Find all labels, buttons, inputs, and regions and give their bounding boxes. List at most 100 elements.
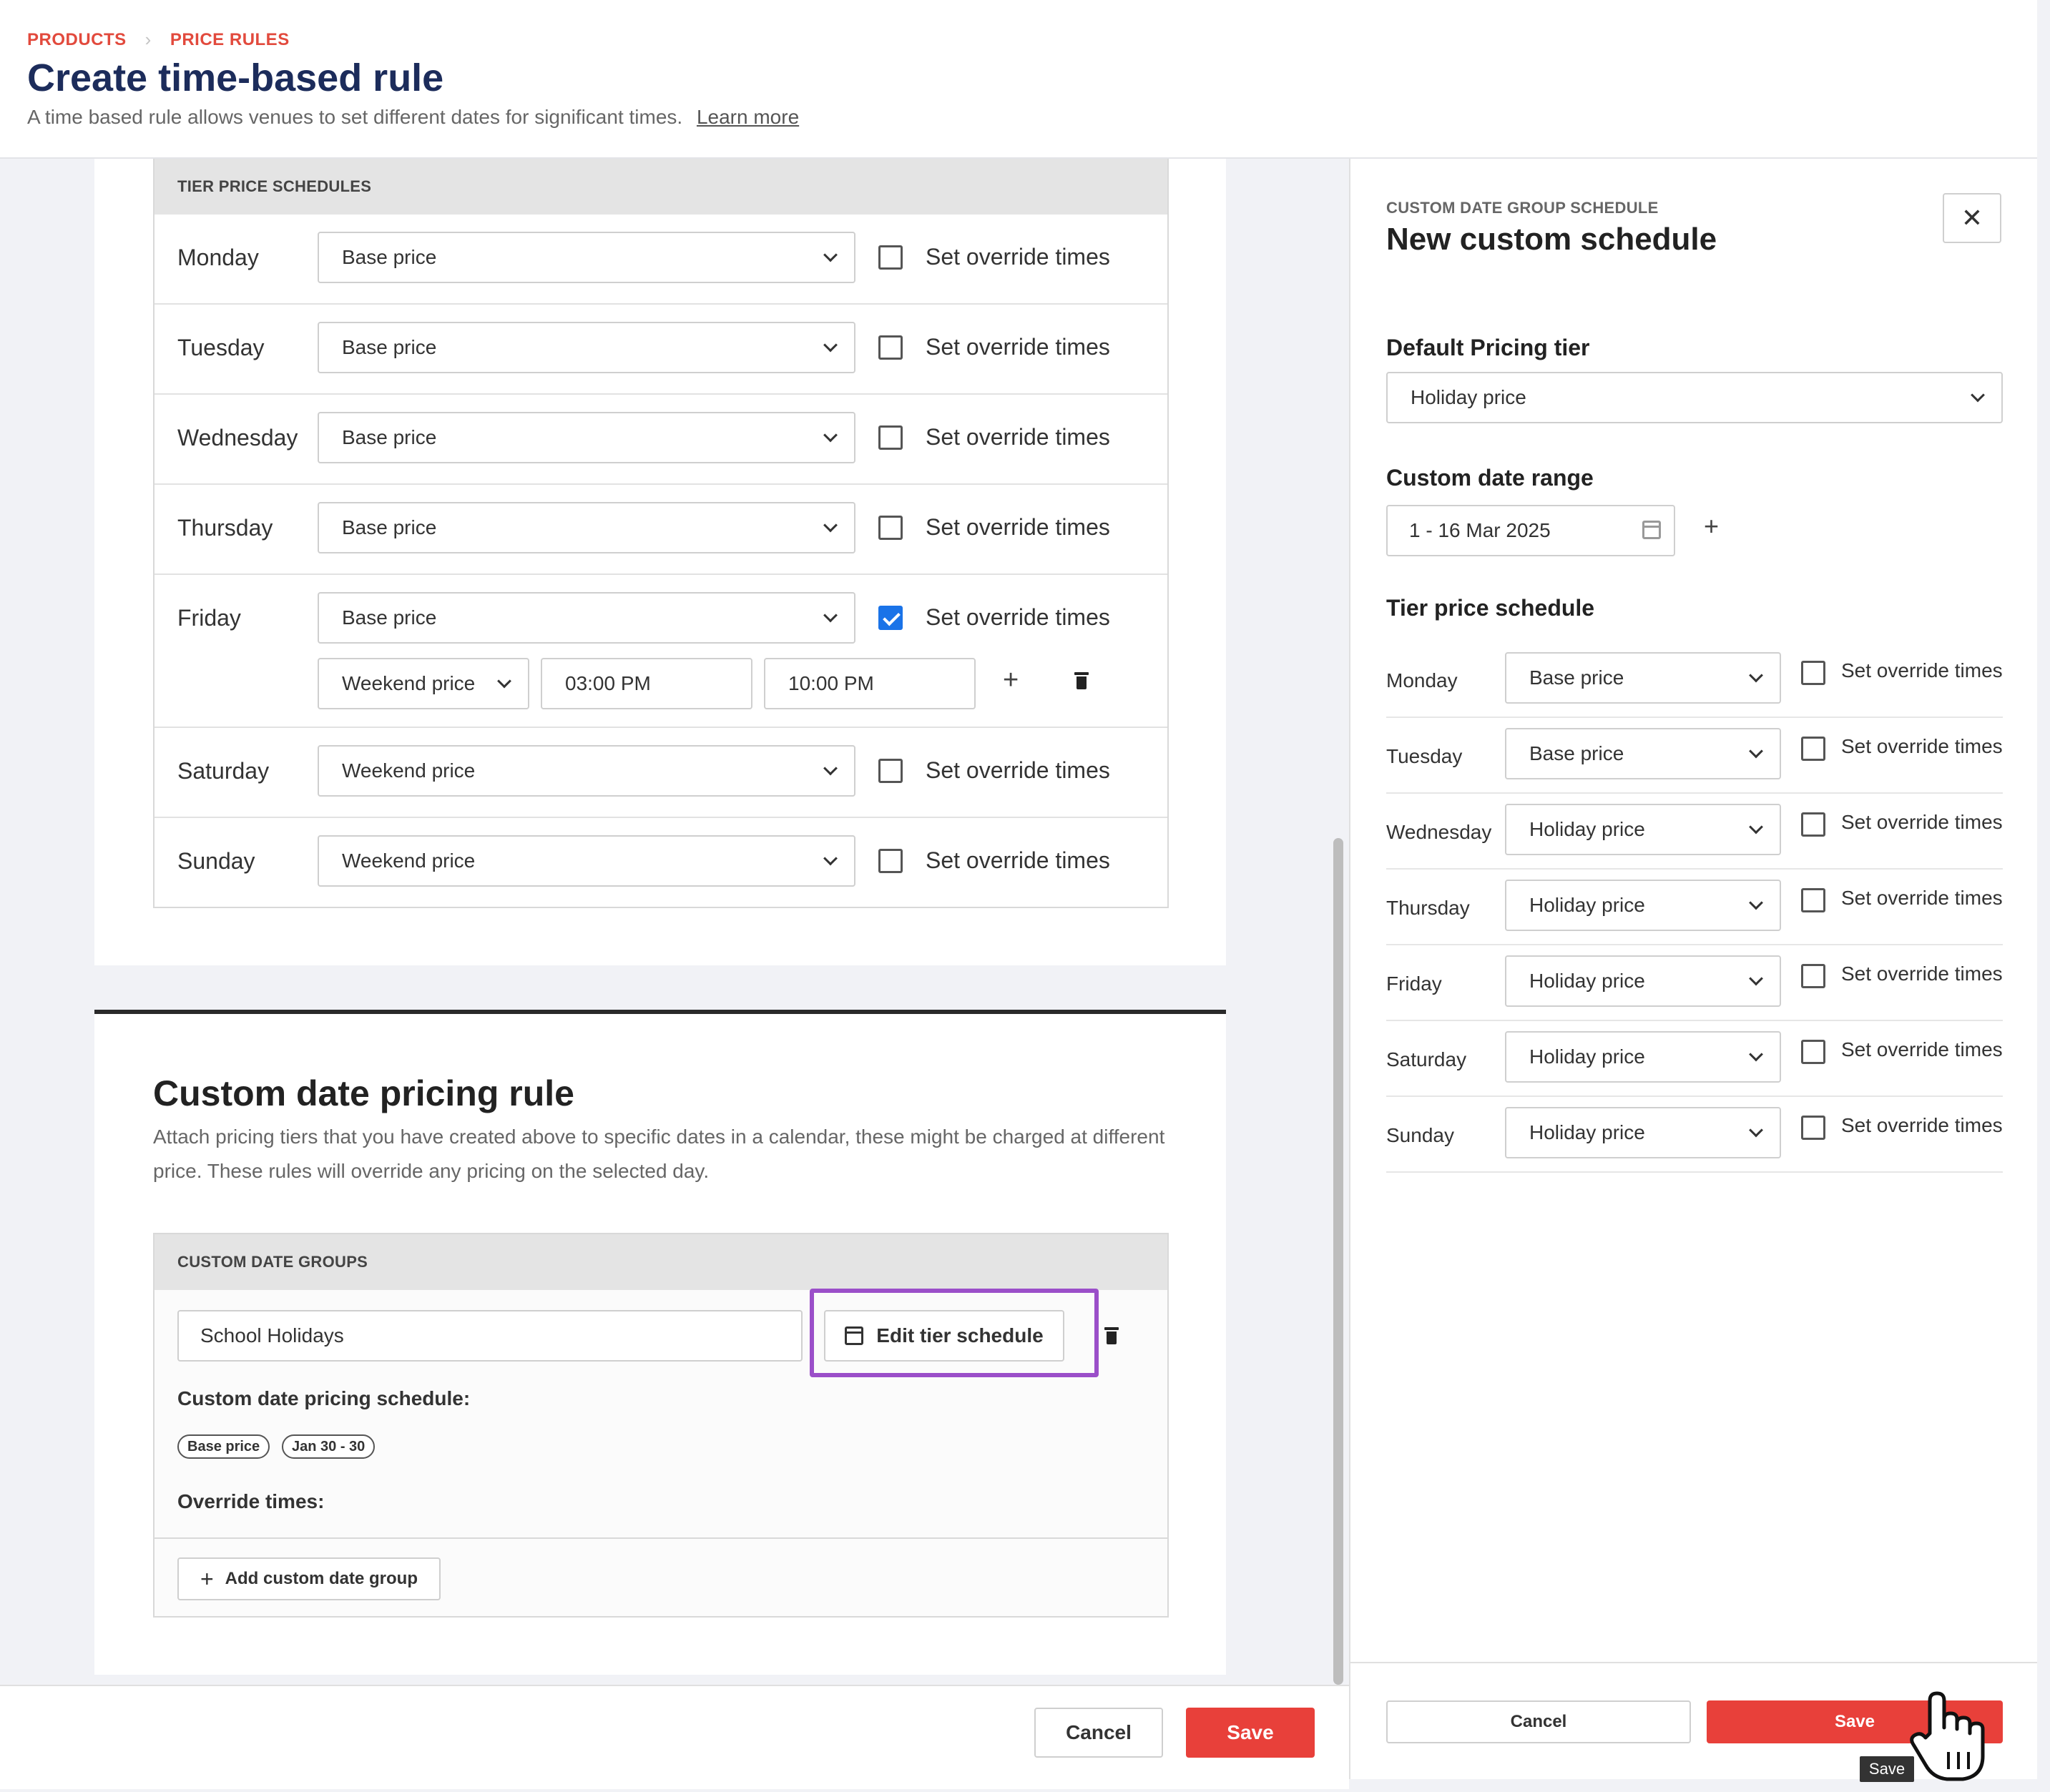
chevron-down-icon (1971, 388, 1985, 403)
cancel-button[interactable]: Cancel (1034, 1708, 1163, 1758)
day-name: Tuesday (1386, 745, 1463, 767)
tier-price-schedules: TIER PRICE SCHEDULES Monday Base price S… (153, 159, 1169, 908)
custom-schedule-drawer: CUSTOM DATE GROUP SCHEDULE New custom sc… (1349, 159, 2037, 1779)
tier-select-monday[interactable]: Base price (1505, 652, 1781, 704)
chevron-down-icon (823, 608, 838, 623)
chevron-down-icon (1749, 668, 1763, 683)
drawer-cancel-button[interactable]: Cancel (1386, 1700, 1691, 1743)
select-value: Holiday price (1529, 970, 1645, 992)
override-checkbox-saturday[interactable] (878, 759, 903, 783)
tier-select-thursday[interactable]: Holiday price (1505, 880, 1781, 931)
scrollbar-thumb[interactable] (1333, 838, 1343, 1685)
page-description: A time based rule allows venues to set d… (27, 106, 799, 129)
close-button[interactable]: ✕ (1943, 193, 2001, 243)
breadcrumb-products[interactable]: PRODUCTS (27, 30, 127, 50)
custom-date-description: Attach pricing tiers that you have creat… (153, 1126, 1165, 1182)
tier-select-thursday[interactable]: Base price (318, 502, 855, 553)
drawer-row-friday: Friday Holiday price Set override times (1386, 945, 2003, 1021)
tier-select-sunday[interactable]: Weekend price (318, 835, 855, 887)
override-tier-select[interactable]: Weekend price (318, 658, 529, 709)
override-checkbox-wednesday[interactable] (878, 425, 903, 450)
date-range-value: 1 - 16 Mar 2025 (1409, 519, 1551, 541)
default-tier-select[interactable]: Holiday price (1386, 372, 2003, 423)
tier-select-sunday[interactable]: Holiday price (1505, 1107, 1781, 1158)
tier-select-monday[interactable]: Base price (318, 232, 855, 283)
override-checkbox-saturday[interactable] (1801, 1040, 1825, 1064)
override-label: Set override times (926, 604, 1110, 630)
chevron-down-icon (823, 851, 838, 866)
chevron-down-icon (1749, 744, 1763, 759)
select-value: Holiday price (1411, 386, 1526, 408)
day-name: Friday (177, 605, 241, 631)
day-row-thursday: Thursday Base price Set override times (155, 485, 1167, 575)
override-label: Set override times (1841, 887, 2003, 909)
override-checkbox-thursday[interactable] (1801, 888, 1825, 912)
chevron-down-icon (823, 247, 838, 262)
drawer-kicker: CUSTOM DATE GROUP SCHEDULE (1386, 199, 1659, 217)
override-start-time[interactable]: 03:00 PM (541, 658, 752, 709)
calendar-icon[interactable] (1642, 521, 1661, 539)
override-checkbox-thursday[interactable] (878, 516, 903, 540)
delete-group-icon[interactable] (1104, 1327, 1119, 1344)
override-checkbox-monday[interactable] (1801, 661, 1825, 685)
tier-select-wednesday[interactable]: Base price (318, 412, 855, 463)
tier-select-tuesday[interactable]: Base price (1505, 728, 1781, 779)
hand-pointer-icon (1910, 1691, 1985, 1781)
tier-select-tuesday[interactable]: Base price (318, 322, 855, 373)
chevron-down-icon (497, 674, 511, 689)
tier-schedule-label: Tier price schedule (1386, 595, 1595, 621)
chevron-down-icon (823, 518, 838, 533)
override-label: Set override times (926, 757, 1110, 783)
edit-tier-schedule-button[interactable]: Edit tier schedule (824, 1310, 1064, 1362)
groups-heading: CUSTOM DATE GROUPS (155, 1234, 1167, 1290)
override-checkbox-sunday[interactable] (1801, 1116, 1825, 1140)
day-name: Wednesday (177, 425, 298, 451)
override-checkbox-wednesday[interactable] (1801, 812, 1825, 837)
date-chip: Jan 30 - 30 (282, 1434, 376, 1459)
delete-override-icon[interactable] (1074, 672, 1089, 689)
override-checkbox-friday[interactable] (1801, 964, 1825, 988)
day-row-sunday: Sunday Weekend price Set override times (155, 818, 1167, 908)
tier-select-saturday[interactable]: Weekend price (318, 745, 855, 797)
chevron-down-icon (823, 338, 838, 353)
add-override-icon[interactable]: + (1003, 666, 1019, 694)
override-end-time[interactable]: 10:00 PM (764, 658, 976, 709)
drawer-title: New custom schedule (1386, 222, 1717, 257)
day-name: Monday (177, 245, 259, 270)
tier-select-friday[interactable]: Holiday price (1505, 955, 1781, 1007)
date-range-input[interactable]: 1 - 16 Mar 2025 (1386, 505, 1675, 556)
override-label: Set override times (1841, 811, 2003, 833)
override-checkbox-friday[interactable] (878, 606, 903, 630)
override-checkbox-monday[interactable] (878, 245, 903, 270)
override-checkbox-sunday[interactable] (878, 849, 903, 873)
select-value: Base price (1529, 742, 1624, 764)
select-value: Weekend price (342, 759, 476, 782)
day-name: Sunday (177, 848, 255, 874)
select-value: Holiday price (1529, 818, 1645, 840)
save-button[interactable]: Save (1186, 1708, 1315, 1758)
override-label: Set override times (1841, 1114, 2003, 1136)
tier-select-saturday[interactable]: Holiday price (1505, 1031, 1781, 1083)
default-tier-label: Default Pricing tier (1386, 335, 1590, 360)
drawer-row-wednesday: Wednesday Holiday price Set override tim… (1386, 794, 2003, 870)
override-label: Set override times (1841, 659, 2003, 681)
chevron-down-icon (1749, 971, 1763, 986)
select-value: Weekend price (342, 850, 476, 872)
day-row-wednesday: Wednesday Base price Set override times (155, 395, 1167, 485)
save-tooltip: Save (1860, 1756, 1914, 1782)
tier-select-friday[interactable]: Base price (318, 592, 855, 644)
override-checkbox-tuesday[interactable] (1801, 737, 1825, 761)
time-value: 10:00 PM (788, 672, 874, 694)
day-row-monday: Monday Base price Set override times (155, 215, 1167, 305)
tier-select-wednesday[interactable]: Holiday price (1505, 804, 1781, 855)
page-title: Create time-based rule (27, 56, 444, 99)
day-name: Thursday (177, 515, 273, 541)
form-footer: Cancel Save (0, 1685, 1349, 1789)
add-custom-date-group-button[interactable]: + Add custom date group (177, 1557, 441, 1600)
add-date-range-icon[interactable]: + (1704, 513, 1719, 539)
override-checkbox-tuesday[interactable] (878, 335, 903, 360)
chevron-down-icon (823, 428, 838, 443)
breadcrumb-price-rules[interactable]: PRICE RULES (170, 30, 290, 50)
group-name-input[interactable]: School Holidays (177, 1310, 803, 1362)
learn-more-link[interactable]: Learn more (697, 106, 799, 128)
